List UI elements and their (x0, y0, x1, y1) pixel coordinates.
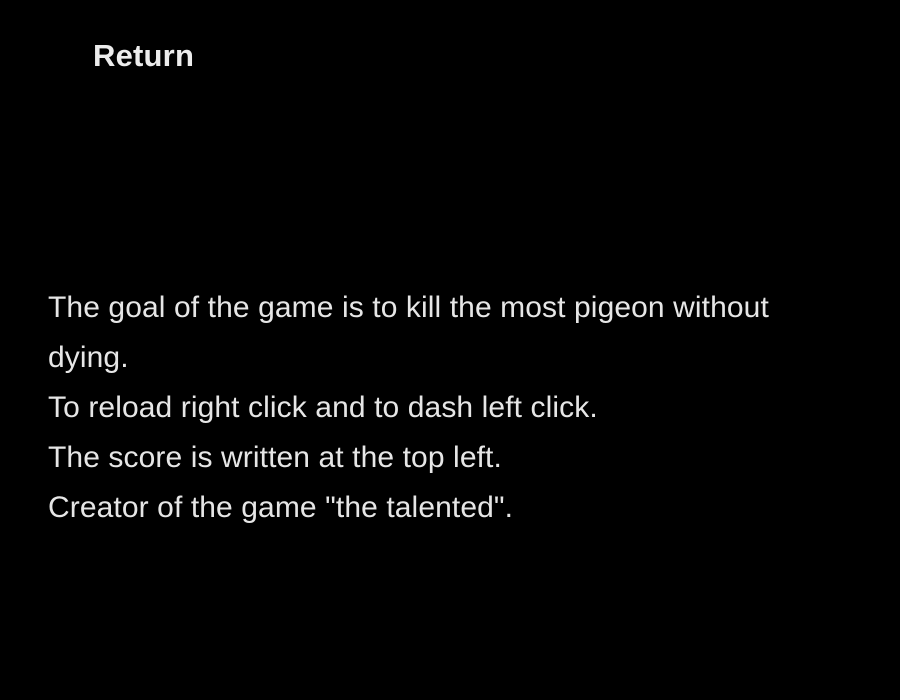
instructions-text: The goal of the game is to kill the most… (48, 283, 888, 533)
instruction-line: The score is written at the top left. (48, 441, 502, 474)
instruction-line: To reload right click and to dash left c… (48, 391, 598, 424)
instruction-line: dying. (48, 341, 129, 374)
instruction-line: The goal of the game is to kill the most… (48, 291, 769, 324)
return-button[interactable]: Return (93, 36, 194, 76)
instruction-line: Creator of the game "the talented". (48, 491, 514, 524)
